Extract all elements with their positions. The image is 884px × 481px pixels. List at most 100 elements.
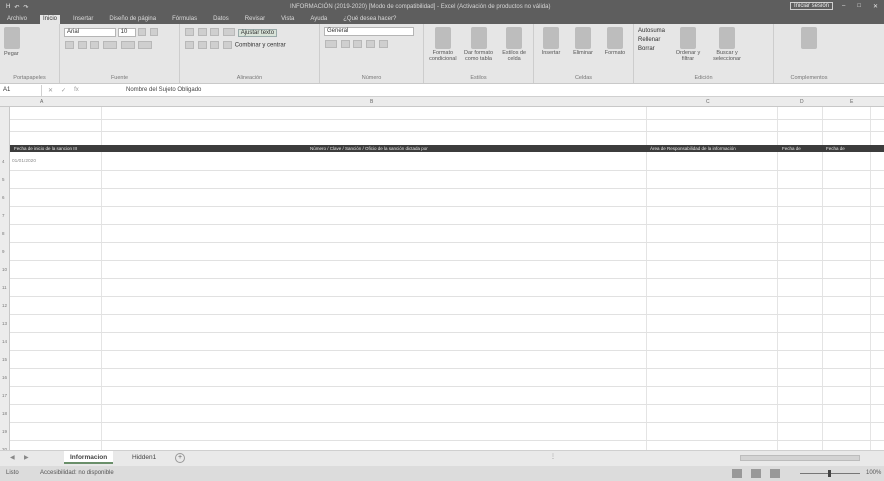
- indent-icon[interactable]: [223, 41, 233, 49]
- table-row[interactable]: 13: [2, 315, 884, 333]
- row-number[interactable]: 18: [2, 411, 7, 416]
- scroll-split-icon[interactable]: ⋮: [550, 453, 556, 460]
- table-row[interactable]: 16: [2, 369, 884, 387]
- tell-me-search[interactable]: ¿Qué desea hacer?: [340, 15, 399, 24]
- row-number[interactable]: 12: [2, 303, 7, 308]
- tab-help[interactable]: Ayuda: [307, 15, 330, 24]
- column-header-e[interactable]: E: [850, 99, 853, 105]
- find-select-button[interactable]: Buscar y seleccionar: [711, 27, 743, 62]
- maximize-icon[interactable]: □: [857, 3, 861, 10]
- tab-file[interactable]: Archivo: [4, 15, 30, 24]
- close-icon[interactable]: ✕: [873, 3, 878, 10]
- sheet-nav-left-icon[interactable]: ◀: [10, 454, 15, 461]
- table-row[interactable]: 7: [2, 207, 884, 225]
- font-color-icon[interactable]: [138, 41, 153, 49]
- fill-button[interactable]: Rellenar: [638, 36, 665, 45]
- cell-styles-button[interactable]: Estilos de celda: [499, 27, 529, 62]
- fx-icon[interactable]: fx: [74, 87, 79, 94]
- align-middle-icon[interactable]: [197, 28, 207, 36]
- table-row[interactable]: 14: [2, 333, 884, 351]
- table-row[interactable]: 19: [2, 423, 884, 441]
- normal-view-icon[interactable]: [732, 469, 742, 478]
- undo-icon[interactable]: ↶: [14, 4, 19, 11]
- italic-icon[interactable]: [77, 41, 87, 49]
- comma-icon[interactable]: [353, 40, 363, 48]
- horizontal-scrollbar[interactable]: [740, 455, 860, 461]
- tab-view[interactable]: Vista: [278, 15, 297, 24]
- table-row[interactable]: 12: [2, 297, 884, 315]
- format-cells-button[interactable]: Formato: [602, 27, 628, 56]
- tab-insert[interactable]: Insertar: [70, 15, 96, 24]
- align-bottom-icon[interactable]: [210, 28, 220, 36]
- orientation-icon[interactable]: [223, 28, 236, 36]
- align-top-icon[interactable]: [185, 28, 194, 36]
- cancel-icon[interactable]: ✕: [48, 87, 53, 94]
- row-number[interactable]: 16: [2, 375, 7, 380]
- zoom-level[interactable]: 100%: [866, 470, 881, 476]
- insert-cells-button[interactable]: Insertar: [538, 27, 564, 56]
- tab-page-layout[interactable]: Diseño de página: [106, 15, 159, 24]
- table-row[interactable]: 6: [2, 189, 884, 207]
- font-name-select[interactable]: Arial: [64, 27, 116, 37]
- table-row[interactable]: 8: [2, 225, 884, 243]
- row-number[interactable]: 5: [2, 177, 5, 182]
- wrap-text-button[interactable]: Ajustar texto: [237, 28, 278, 37]
- shrink-font-icon[interactable]: [150, 28, 159, 36]
- table-row[interactable]: 15: [2, 351, 884, 369]
- delete-cells-button[interactable]: Eliminar: [570, 27, 596, 56]
- save-icon[interactable]: H: [6, 4, 10, 11]
- conditional-format-button[interactable]: Formato condicional: [428, 27, 458, 62]
- tab-data[interactable]: Datos: [210, 15, 232, 24]
- sign-in-button[interactable]: Iniciar sesión: [790, 2, 834, 10]
- formula-input[interactable]: Nombre del Sujeto Obligado: [122, 87, 201, 93]
- format-table-button[interactable]: Dar formato como tabla: [464, 27, 494, 62]
- sheet-nav-right-icon[interactable]: ▶: [24, 454, 29, 461]
- increase-decimal-icon[interactable]: [366, 40, 376, 48]
- minimize-icon[interactable]: –: [842, 3, 845, 10]
- decrease-decimal-icon[interactable]: [378, 40, 388, 48]
- align-right-icon[interactable]: [210, 41, 220, 49]
- row-number[interactable]: 4: [2, 159, 5, 164]
- row-number[interactable]: 7: [2, 213, 5, 218]
- accessibility-status[interactable]: Accesibilidad: no disponible: [40, 470, 114, 476]
- percent-icon[interactable]: [340, 40, 350, 48]
- clear-button[interactable]: Borrar: [638, 45, 665, 54]
- column-header-d[interactable]: D: [800, 99, 804, 105]
- page-layout-view-icon[interactable]: [751, 469, 761, 478]
- fill-color-icon[interactable]: [120, 41, 135, 49]
- row-number[interactable]: 6: [2, 195, 5, 200]
- align-left-icon[interactable]: [185, 41, 194, 49]
- row-number[interactable]: 8: [2, 231, 5, 236]
- align-center-icon[interactable]: [197, 41, 207, 49]
- row-number[interactable]: 15: [2, 357, 7, 362]
- table-row[interactable]: 9: [2, 243, 884, 261]
- zoom-slider-thumb[interactable]: [828, 470, 831, 477]
- borders-icon[interactable]: [103, 41, 118, 49]
- number-format-select[interactable]: General: [324, 27, 414, 36]
- table-row[interactable]: 4 01/01/2020: [2, 153, 884, 171]
- currency-icon[interactable]: [325, 40, 337, 48]
- sheet-tab-hidden1[interactable]: Hidden1: [126, 451, 162, 464]
- tab-review[interactable]: Revisar: [242, 15, 268, 24]
- column-header-a[interactable]: A: [40, 99, 43, 105]
- table-row[interactable]: 5: [2, 171, 884, 189]
- autosum-button[interactable]: Autosuma: [638, 27, 665, 36]
- row-number[interactable]: 11: [2, 285, 7, 290]
- name-box[interactable]: A1: [0, 84, 42, 96]
- sheet-tab-informacion[interactable]: Informacion: [64, 451, 114, 464]
- table-cell[interactable]: 01/01/2020: [12, 159, 36, 164]
- page-break-view-icon[interactable]: [770, 469, 780, 478]
- column-header-c[interactable]: C: [706, 99, 710, 105]
- table-row[interactable]: 11: [2, 279, 884, 297]
- table-row[interactable]: 18: [2, 405, 884, 423]
- redo-icon[interactable]: ↷: [23, 4, 28, 11]
- grow-font-icon[interactable]: [138, 28, 147, 36]
- row-number[interactable]: 19: [2, 429, 7, 434]
- table-row[interactable]: 17: [2, 387, 884, 405]
- bold-icon[interactable]: [65, 41, 74, 49]
- paste-button[interactable]: [4, 27, 20, 49]
- add-sheet-button[interactable]: +: [175, 453, 185, 463]
- merge-center-button[interactable]: Combinar y centrar: [235, 43, 286, 49]
- sort-filter-button[interactable]: Ordenar y filtrar: [673, 27, 703, 62]
- column-header-b[interactable]: B: [370, 99, 373, 105]
